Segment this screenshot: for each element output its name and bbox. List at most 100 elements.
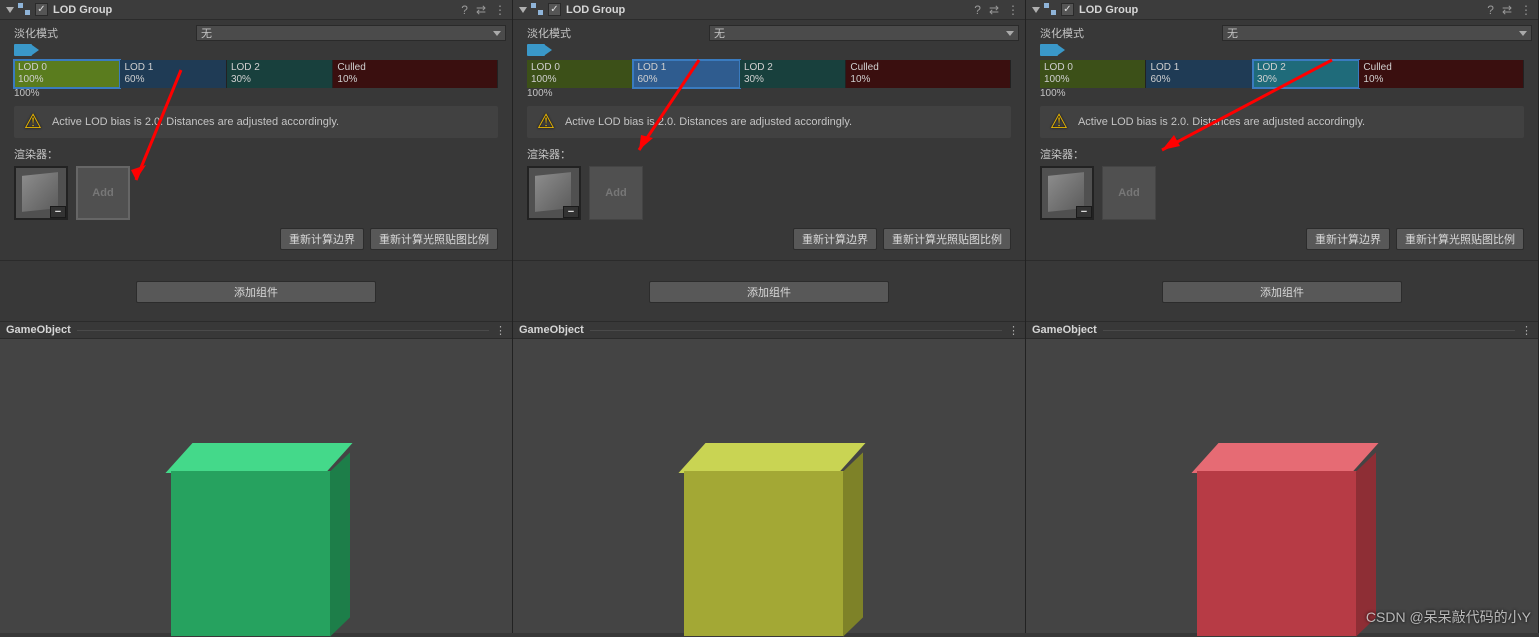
renderers-list: − Add: [527, 166, 1011, 220]
fade-mode-value: 无: [714, 25, 725, 41]
preview-header[interactable]: GameObject ⋮: [1026, 321, 1538, 339]
lodgroup-component-icon: [1044, 3, 1058, 17]
foldout-arrow-icon[interactable]: [1032, 7, 1040, 13]
fade-mode-row: 淡化模式 无: [1032, 24, 1532, 42]
help-icon[interactable]: ?: [974, 3, 981, 17]
lod-camera-marker[interactable]: [1040, 44, 1532, 60]
preset-icon[interactable]: ⇄: [989, 3, 999, 17]
camera-icon: [527, 44, 545, 56]
lod-bar-percent-label: 100%: [1040, 88, 1532, 102]
add-component-button[interactable]: 添加组件: [136, 281, 376, 303]
lod-camera-marker[interactable]: [527, 44, 1019, 60]
preset-icon[interactable]: ⇄: [1502, 3, 1512, 17]
recalc-lightmap-button[interactable]: 重新计算光照贴图比例: [370, 228, 498, 250]
add-renderer-slot[interactable]: Add: [1102, 166, 1156, 220]
add-label: Add: [605, 187, 626, 199]
warning-text: Active LOD bias is 2.0. Distances are ad…: [565, 116, 852, 128]
add-component-row: 添加组件: [513, 260, 1025, 311]
component-enable-checkbox[interactable]: ✓: [1061, 3, 1074, 16]
remove-renderer-button[interactable]: −: [50, 206, 66, 218]
lod-range-bar[interactable]: LOD 0100% LOD 160% LOD 230% Culled10%: [527, 60, 1011, 88]
add-component-button[interactable]: 添加组件: [1162, 281, 1402, 303]
component-header-actions: ? ⇄ ⋮: [1487, 3, 1532, 17]
preview-cube: [1197, 443, 1367, 633]
component-header-actions: ? ⇄ ⋮: [461, 3, 506, 17]
add-component-row: 添加组件: [1026, 260, 1538, 311]
lod-segment-0[interactable]: LOD 0100%: [1040, 60, 1146, 88]
renderer-thumbnail[interactable]: −: [14, 166, 68, 220]
lod-range-bar[interactable]: LOD 0100% LOD 160% LOD 230% Culled10%: [14, 60, 498, 88]
lod-bias-warning: ⚠ Active LOD bias is 2.0. Distances are …: [14, 106, 498, 138]
component-body: 淡化模式 无 LOD 0100% LOD 160% LOD 230% Culle…: [0, 20, 512, 260]
fade-mode-dropdown[interactable]: 无: [1222, 25, 1532, 41]
recalc-bounds-button[interactable]: 重新计算边界: [1306, 228, 1390, 250]
lod-segment-0[interactable]: LOD 0100%: [527, 60, 633, 88]
add-renderer-slot[interactable]: Add: [76, 166, 130, 220]
renderer-thumbnail[interactable]: −: [527, 166, 581, 220]
lod-range-bar[interactable]: LOD 0100% LOD 160% LOD 230% Culled10%: [1040, 60, 1524, 88]
preview-menu-icon[interactable]: ⋮: [1008, 324, 1019, 337]
fade-mode-dropdown[interactable]: 无: [196, 25, 506, 41]
renderer-thumbnail[interactable]: −: [1040, 166, 1094, 220]
context-menu-icon[interactable]: ⋮: [494, 3, 506, 17]
foldout-arrow-icon[interactable]: [519, 7, 527, 13]
context-menu-icon[interactable]: ⋮: [1007, 3, 1019, 17]
recalc-buttons: 重新计算边界 重新计算光照贴图比例: [1032, 224, 1532, 254]
lod-segment-1[interactable]: LOD 160%: [1146, 60, 1252, 88]
preview-viewport[interactable]: [1026, 339, 1538, 633]
component-title: LOD Group: [1079, 4, 1487, 16]
component-enable-checkbox[interactable]: ✓: [548, 3, 561, 16]
lod-segment-2[interactable]: LOD 230%: [740, 60, 846, 88]
remove-renderer-button[interactable]: −: [1076, 206, 1092, 218]
context-menu-icon[interactable]: ⋮: [1520, 3, 1532, 17]
foldout-arrow-icon[interactable]: [6, 7, 14, 13]
lod-segment-culled[interactable]: Culled10%: [1359, 60, 1524, 88]
lod-segment-0[interactable]: LOD 0100%: [14, 60, 120, 88]
fade-mode-value: 无: [1227, 25, 1238, 41]
preview-title: GameObject: [519, 324, 584, 336]
component-enable-checkbox[interactable]: ✓: [35, 3, 48, 16]
preview-header[interactable]: GameObject ⋮: [0, 321, 512, 339]
lod-segment-culled[interactable]: Culled10%: [846, 60, 1011, 88]
lod-segment-1[interactable]: LOD 160%: [120, 60, 226, 88]
lod-segment-1[interactable]: LOD 160%: [633, 60, 739, 88]
fade-mode-dropdown[interactable]: 无: [709, 25, 1019, 41]
preview-header[interactable]: GameObject ⋮: [513, 321, 1025, 339]
component-header[interactable]: ✓ LOD Group ? ⇄ ⋮: [1026, 0, 1538, 20]
preview-viewport[interactable]: [513, 339, 1025, 633]
preview-menu-icon[interactable]: ⋮: [1521, 324, 1532, 337]
preset-icon[interactable]: ⇄: [476, 3, 486, 17]
lod-camera-marker[interactable]: [14, 44, 506, 60]
renderers-label: 渲染器：: [527, 146, 1011, 162]
renderers-label: 渲染器：: [1040, 146, 1524, 162]
lod-segment-2[interactable]: LOD 230%: [1253, 60, 1359, 88]
warning-icon: ⚠: [1050, 112, 1068, 132]
inspector-panel-1: ✓ LOD Group ? ⇄ ⋮ 淡化模式 无 LOD 0100% LOD 1…: [513, 0, 1026, 633]
component-title: LOD Group: [566, 4, 974, 16]
component-body: 淡化模式 无 LOD 0100% LOD 160% LOD 230% Culle…: [513, 20, 1025, 260]
remove-renderer-button[interactable]: −: [563, 206, 579, 218]
renderers-list: − Add: [1040, 166, 1524, 220]
lod-bar-percent-label: 100%: [527, 88, 1019, 102]
component-header[interactable]: ✓ LOD Group ? ⇄ ⋮: [0, 0, 512, 20]
recalc-lightmap-button[interactable]: 重新计算光照贴图比例: [883, 228, 1011, 250]
preview-title: GameObject: [6, 324, 71, 336]
fade-mode-label: 淡化模式: [519, 25, 709, 41]
recalc-bounds-button[interactable]: 重新计算边界: [793, 228, 877, 250]
add-renderer-slot[interactable]: Add: [589, 166, 643, 220]
help-icon[interactable]: ?: [1487, 3, 1494, 17]
lod-segment-culled[interactable]: Culled10%: [333, 60, 498, 88]
recalc-buttons: 重新计算边界 重新计算光照贴图比例: [6, 224, 506, 254]
fade-mode-label: 淡化模式: [6, 25, 196, 41]
preview-viewport[interactable]: [0, 339, 512, 633]
lod-bias-warning: ⚠ Active LOD bias is 2.0. Distances are …: [1040, 106, 1524, 138]
add-component-button[interactable]: 添加组件: [649, 281, 889, 303]
component-header[interactable]: ✓ LOD Group ? ⇄ ⋮: [513, 0, 1025, 20]
preview-menu-icon[interactable]: ⋮: [495, 324, 506, 337]
lod-segment-2[interactable]: LOD 230%: [227, 60, 333, 88]
lodgroup-component-icon: [18, 3, 32, 17]
help-icon[interactable]: ?: [461, 3, 468, 17]
recalc-bounds-button[interactable]: 重新计算边界: [280, 228, 364, 250]
recalc-lightmap-button[interactable]: 重新计算光照贴图比例: [1396, 228, 1524, 250]
warning-text: Active LOD bias is 2.0. Distances are ad…: [1078, 116, 1365, 128]
